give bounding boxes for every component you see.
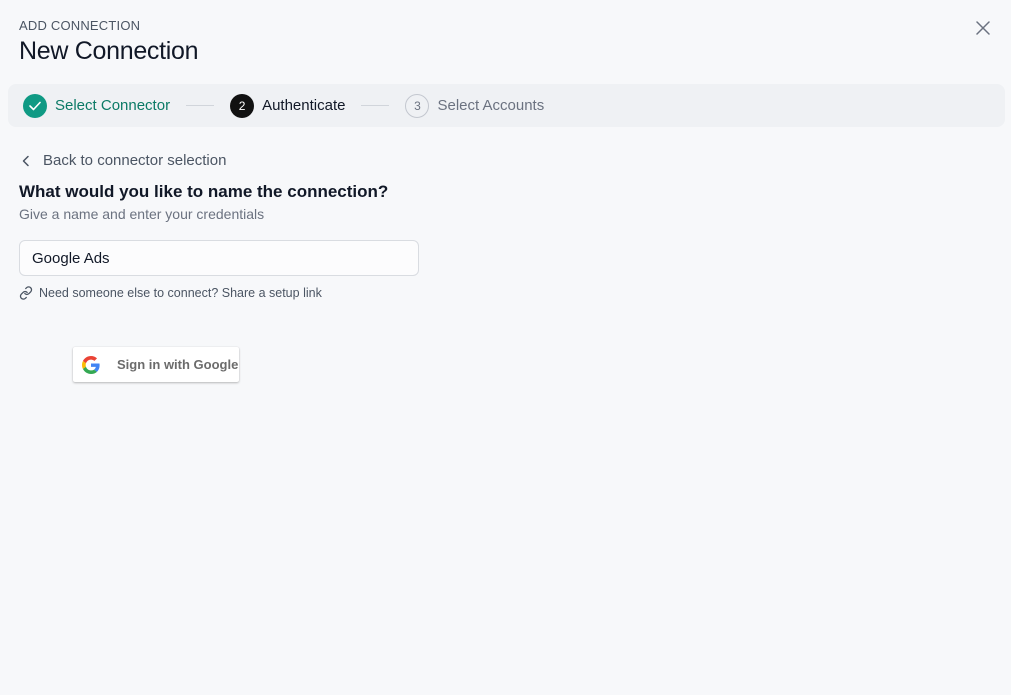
google-signin-button[interactable]: Sign in with Google [73,347,239,382]
eyebrow-label: ADD CONNECTION [19,18,141,33]
step-number: 3 [405,93,430,118]
credentials-subtitle: Give a name and enter your credentials [19,206,265,222]
page-title: New Connection [19,37,199,65]
connection-name-input[interactable] [19,240,419,276]
step-label: Select Accounts [437,97,545,114]
google-signin-label: Sign in with Google [117,357,239,372]
back-link[interactable]: Back to connector selection [19,152,226,169]
step-label: Select Connector [55,97,171,114]
link-icon [19,286,33,300]
close-icon [976,21,990,35]
step-number: 2 [230,93,255,118]
step-separator [186,105,215,106]
close-button[interactable] [972,17,994,39]
share-link-label: Need someone else to connect? Share a se… [39,286,322,300]
step-select-connector[interactable]: Select Connector [23,93,171,118]
google-g-icon [82,355,100,374]
step-authenticate[interactable]: 2 Authenticate [230,93,346,118]
step-label: Authenticate [262,97,346,114]
share-setup-link[interactable]: Need someone else to connect? Share a se… [19,286,322,300]
step-separator [361,105,390,106]
step-select-accounts[interactable]: 3 Select Accounts [405,93,545,118]
chevron-left-icon [22,155,29,166]
step-check-icon [23,93,47,118]
connection-name-question: What would you like to name the connecti… [19,182,389,201]
stepper: Select Connector 2 Authenticate 3 Select… [8,84,1005,127]
back-link-label: Back to connector selection [43,152,227,169]
